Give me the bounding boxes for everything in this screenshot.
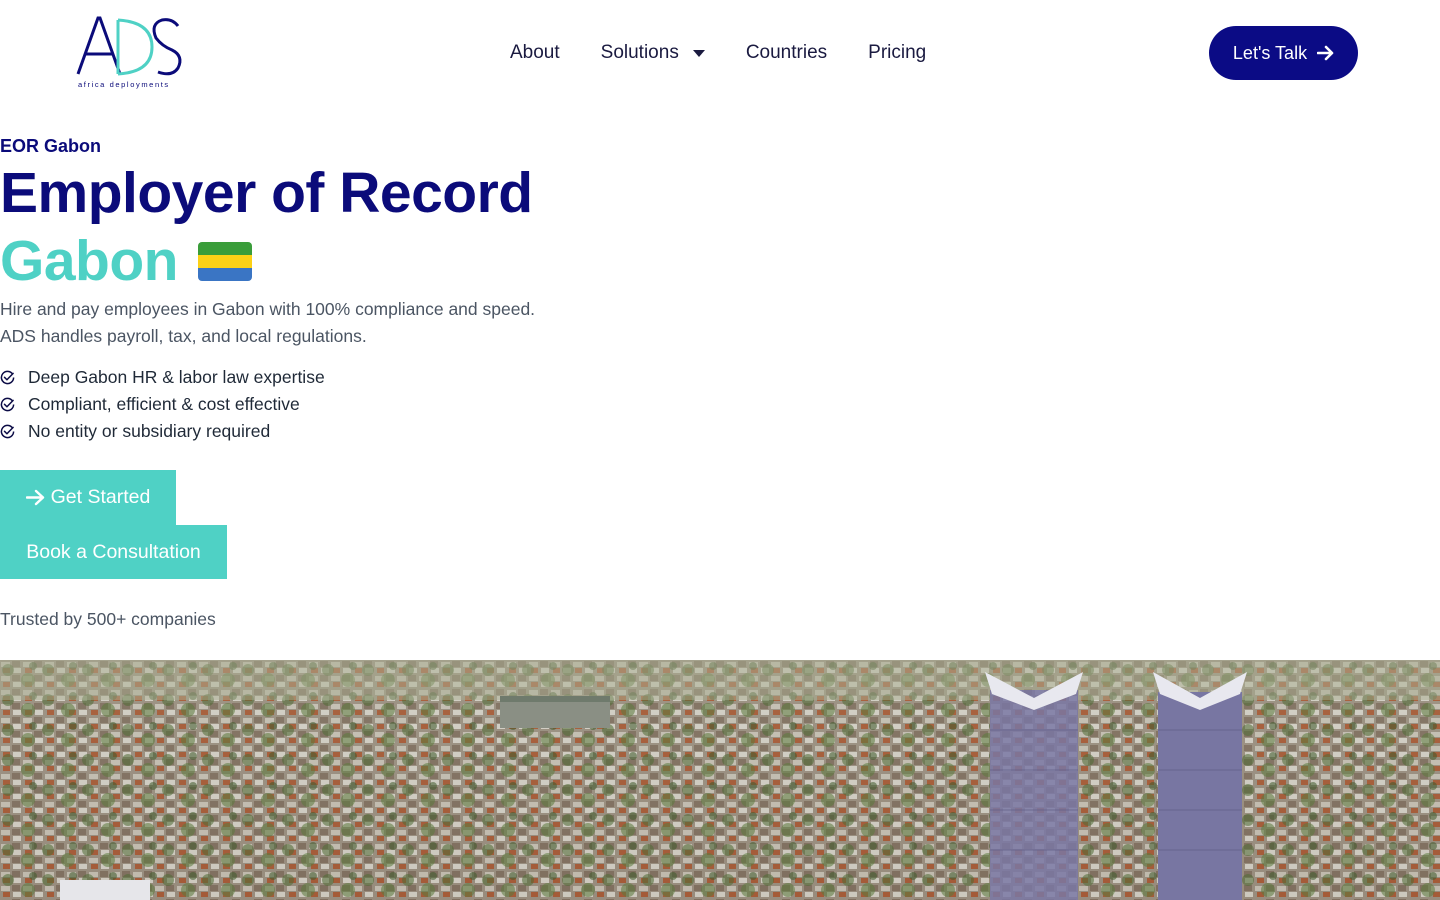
feature-text: No entity or subsidiary required xyxy=(28,421,271,441)
trusted-by-text: Trusted by 500+ companies xyxy=(0,609,216,629)
nav-pricing[interactable]: Pricing xyxy=(868,42,926,64)
arrow-right-icon xyxy=(25,489,44,506)
site-header: africa deployments About Solutions Count… xyxy=(0,0,1440,105)
check-circle-icon xyxy=(0,370,15,385)
gabon-flag-icon xyxy=(198,241,252,281)
book-consultation-label: Book a Consultation xyxy=(26,540,201,563)
feature-text: Compliant, efficient & cost effective xyxy=(28,394,300,414)
check-circle-icon xyxy=(0,424,15,439)
check-circle-icon xyxy=(0,397,15,412)
feature-item: Compliant, efficient & cost effective xyxy=(0,391,325,418)
chevron-down-icon xyxy=(692,49,705,57)
get-started-button[interactable]: Get Started xyxy=(0,470,176,525)
arrow-right-icon xyxy=(1317,45,1334,61)
hero-description-line1: Hire and pay employees in Gabon with 100… xyxy=(0,299,536,319)
feature-list: Deep Gabon HR & labor law expertise Comp… xyxy=(0,364,325,445)
book-consultation-button[interactable]: Book a Consultation xyxy=(0,525,227,579)
lets-talk-label: Let's Talk xyxy=(1232,42,1308,63)
tower-left xyxy=(985,672,1083,900)
nav-about-label: About xyxy=(510,42,560,63)
hero-description: Hire and pay employees in Gabon with 100… xyxy=(0,296,620,350)
hero-description-line2: ADS handles payroll, tax, and local regu… xyxy=(0,326,367,346)
tower-right xyxy=(1153,672,1247,900)
city-photo xyxy=(0,660,1440,900)
nav-countries[interactable]: Countries xyxy=(746,42,827,64)
lets-talk-button[interactable]: Let's Talk xyxy=(1209,26,1358,80)
ads-logo-mark xyxy=(76,16,182,76)
hero-title-country: Gabon xyxy=(0,229,179,293)
hero-eyebrow: EOR Gabon xyxy=(0,136,102,156)
nav-about[interactable]: About xyxy=(510,42,560,64)
hero-title-line1: Employer of Record xyxy=(0,161,533,225)
feature-item: No entity or subsidiary required xyxy=(0,418,325,445)
logo-tagline: africa deployments xyxy=(78,80,170,89)
get-started-label: Get Started xyxy=(50,486,151,508)
nav-countries-label: Countries xyxy=(745,42,828,63)
nav-solutions-label: Solutions xyxy=(600,42,679,63)
feature-item: Deep Gabon HR & labor law expertise xyxy=(0,364,325,391)
nav-solutions[interactable]: Solutions xyxy=(601,42,705,64)
nav-pricing-label: Pricing xyxy=(868,42,927,63)
feature-text: Deep Gabon HR & labor law expertise xyxy=(28,367,325,387)
main-nav: About Solutions Countries Pricing xyxy=(510,40,926,66)
hero-title-line2: Gabon xyxy=(0,228,252,294)
libreville-skyline-image xyxy=(0,660,1440,900)
